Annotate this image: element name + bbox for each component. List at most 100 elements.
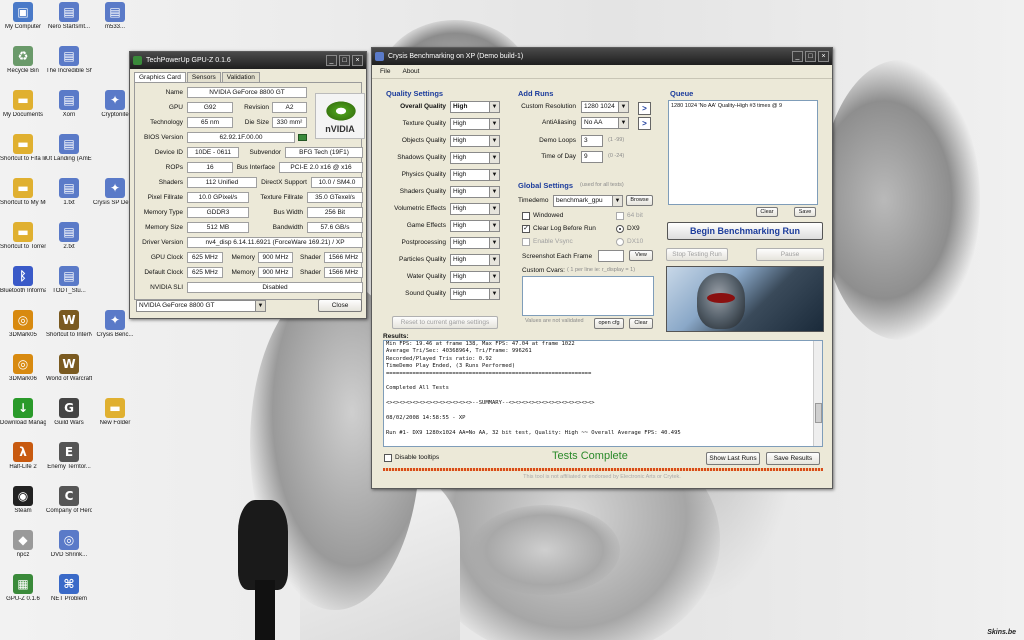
desktop-icon[interactable]: ▬ My Documents	[0, 90, 46, 119]
stop-testing-button[interactable]: Stop Testing Run	[666, 248, 728, 261]
results-log[interactable]: Min FPS: 19.46 at frame 138, Max FPS: 47…	[383, 340, 823, 447]
desktop-icon[interactable]: E Enemy Territor...	[46, 442, 92, 471]
desktop-icon[interactable]: ◆ npcz	[0, 530, 46, 559]
quality-select[interactable]: High ▼	[450, 101, 500, 113]
gpu-clock-memory-label: Memory	[231, 254, 255, 261]
maximize-button[interactable]: □	[805, 51, 816, 62]
desktop-icon[interactable]: G Guild Wars	[46, 398, 92, 427]
close-button[interactable]: Close	[318, 299, 362, 312]
tab-validation[interactable]: Validation	[221, 72, 260, 82]
desktop-icon[interactable]: ◎ DVD Shrink...	[46, 530, 92, 559]
quality-select[interactable]: High ▼	[450, 203, 500, 215]
desktop-icon[interactable]: ▬ Shortcut to My Music	[0, 178, 46, 207]
quality-select[interactable]: High ▼	[450, 118, 500, 130]
desktop-icon[interactable]: λ Half-Life 2	[0, 442, 46, 471]
open-cfg-button[interactable]: open cfg	[594, 318, 624, 329]
menu-file[interactable]: File	[380, 65, 390, 78]
show-last-runs-button[interactable]: Show Last Runs	[706, 452, 760, 465]
results-scrollbar[interactable]	[813, 341, 822, 446]
maximize-button[interactable]: □	[339, 55, 350, 66]
custom-cvars-textarea[interactable]	[522, 276, 654, 316]
queue-clear-button[interactable]: Clear	[756, 207, 778, 217]
quality-select[interactable]: High ▼	[450, 152, 500, 164]
quality-select[interactable]: High ▼	[450, 237, 500, 249]
gpuz-window[interactable]: TechPowerUp GPU-Z 0.1.6 _ □ × Graphics C…	[129, 51, 367, 319]
pause-button[interactable]: Pause	[756, 248, 824, 261]
tab-sensors[interactable]: Sensors	[186, 72, 221, 82]
results-line: ========================================…	[386, 370, 592, 377]
queue-item[interactable]: 1280 1024 'No AA' Quality-High #3 times …	[669, 101, 817, 111]
clear-log-checkbox[interactable]: ✓	[522, 225, 530, 233]
gpuz-titlebar[interactable]: TechPowerUp GPU-Z 0.1.6 _ □ ×	[130, 52, 366, 69]
tab-graphics-card[interactable]: Graphics Card	[134, 72, 186, 82]
minimize-button[interactable]: _	[326, 55, 337, 66]
add-all-to-queue-arrow-icon[interactable]: >	[638, 117, 651, 130]
desktop-icon[interactable]: ▤ The Incredible Ship and...	[46, 46, 92, 75]
desktop-icon[interactable]: ▣ My Computer	[0, 2, 46, 31]
view-button[interactable]: View	[629, 250, 653, 261]
reset-settings-button[interactable]: Reset to current game settings	[392, 316, 498, 329]
crysis-icon: ✦	[105, 310, 125, 330]
crysis-benchmark-window[interactable]: Crysis Benchmarking on XP (Demo build-1)…	[371, 47, 833, 489]
close-window-button[interactable]: ×	[352, 55, 363, 66]
begin-benchmarking-button[interactable]: Begin Benchmarking Run	[667, 222, 823, 240]
quality-select[interactable]: High ▼	[450, 288, 500, 300]
screenshot-input[interactable]	[598, 250, 624, 262]
desktop-icon[interactable]: ▬ New Folder	[92, 398, 138, 427]
quality-select[interactable]: High ▼	[450, 220, 500, 232]
desktop-icon[interactable]: ▤ TODT_Stu...	[46, 266, 92, 295]
chevron-down-icon: ▼	[489, 187, 499, 197]
desktop-icon[interactable]: ▤ Xorn	[46, 90, 92, 119]
desktop-icon[interactable]: ⌘ NET Problem	[46, 574, 92, 603]
desktop-icon[interactable]: ▬ Shortcut to Torrents	[0, 222, 46, 251]
cvars-clear-button[interactable]: Clear	[629, 318, 653, 329]
desktop-icon[interactable]: ▤ m533...	[92, 2, 138, 31]
quality-select[interactable]: High ▼	[450, 186, 500, 198]
quality-select[interactable]: High ▼	[450, 169, 500, 181]
desktop-icon[interactable]: ♻ Recycle Bin	[0, 46, 46, 75]
windowed-checkbox[interactable]	[522, 212, 530, 220]
scrollbar-thumb[interactable]	[815, 403, 822, 423]
desktop-icon[interactable]: ᛒ Bluetooth Informati...	[0, 266, 46, 295]
queue-save-button[interactable]: Save	[794, 207, 816, 217]
card-select[interactable]: NVIDIA GeForce 8800 GT ▼	[136, 300, 266, 312]
directx-value: 10.0 / SM4.0	[311, 177, 363, 188]
browse-button[interactable]: Browse	[626, 195, 653, 206]
minimize-button[interactable]: _	[792, 51, 803, 62]
desktop-icon[interactable]: ▦ GPU-Z 0.1.6	[0, 574, 46, 603]
resolution-select[interactable]: 1280 1024 ▼	[581, 101, 629, 113]
64bit-checkbox[interactable]	[616, 212, 624, 220]
save-results-button[interactable]: Save Results	[766, 452, 820, 465]
default-clock-memory-value: 900 MHz	[258, 267, 293, 278]
disable-tooltips-checkbox[interactable]	[384, 454, 392, 462]
demo-loops-input[interactable]: 3	[581, 135, 603, 147]
timedemo-select[interactable]: benchmark_gpu ▼	[553, 195, 623, 207]
time-of-day-input[interactable]: 9	[581, 151, 603, 163]
desktop-icon[interactable]: ▤ Nero Startsmt...	[46, 2, 92, 31]
desktop-icon[interactable]: ↓ Download Manager	[0, 398, 46, 427]
desktop-icon[interactable]: W World of Warcraft	[46, 354, 92, 383]
quality-select[interactable]: High ▼	[450, 135, 500, 147]
bus-width-value: 256 Bit	[307, 207, 363, 218]
dx10-radio[interactable]	[616, 238, 624, 246]
menu-about[interactable]: About	[402, 65, 419, 78]
antialiasing-select[interactable]: No AA ▼	[581, 117, 629, 129]
desktop-icon[interactable]: ▬ Shortcut to Fifa library	[0, 134, 46, 163]
desktop-icon[interactable]: ◉ Steam	[0, 486, 46, 515]
queue-list[interactable]: 1280 1024 'No AA' Quality-High #3 times …	[668, 100, 818, 205]
desktop-icon[interactable]: W Shortcut to InterNet	[46, 310, 92, 339]
chip-icon[interactable]	[298, 134, 307, 141]
dx9-radio[interactable]	[616, 225, 624, 233]
quality-select[interactable]: High ▼	[450, 271, 500, 283]
close-window-button[interactable]: ×	[818, 51, 829, 62]
crysis-titlebar[interactable]: Crysis Benchmarking on XP (Demo build-1)…	[372, 48, 832, 65]
vsync-checkbox[interactable]	[522, 238, 530, 246]
desktop-icon[interactable]: ◎ 3DMark05	[0, 310, 46, 339]
quality-select[interactable]: High ▼	[450, 254, 500, 266]
desktop-icon[interactable]: ▤ Ut Landing (AmEvoI...	[46, 134, 92, 163]
desktop-icon[interactable]: ◎ 3DMark06	[0, 354, 46, 383]
desktop-icon[interactable]: ▤ 2.txt	[46, 222, 92, 251]
desktop-icon[interactable]: C Company of Heroes	[46, 486, 92, 515]
desktop-icon[interactable]: ▤ 1.txt	[46, 178, 92, 207]
add-to-queue-arrow-icon[interactable]: >	[638, 102, 651, 115]
